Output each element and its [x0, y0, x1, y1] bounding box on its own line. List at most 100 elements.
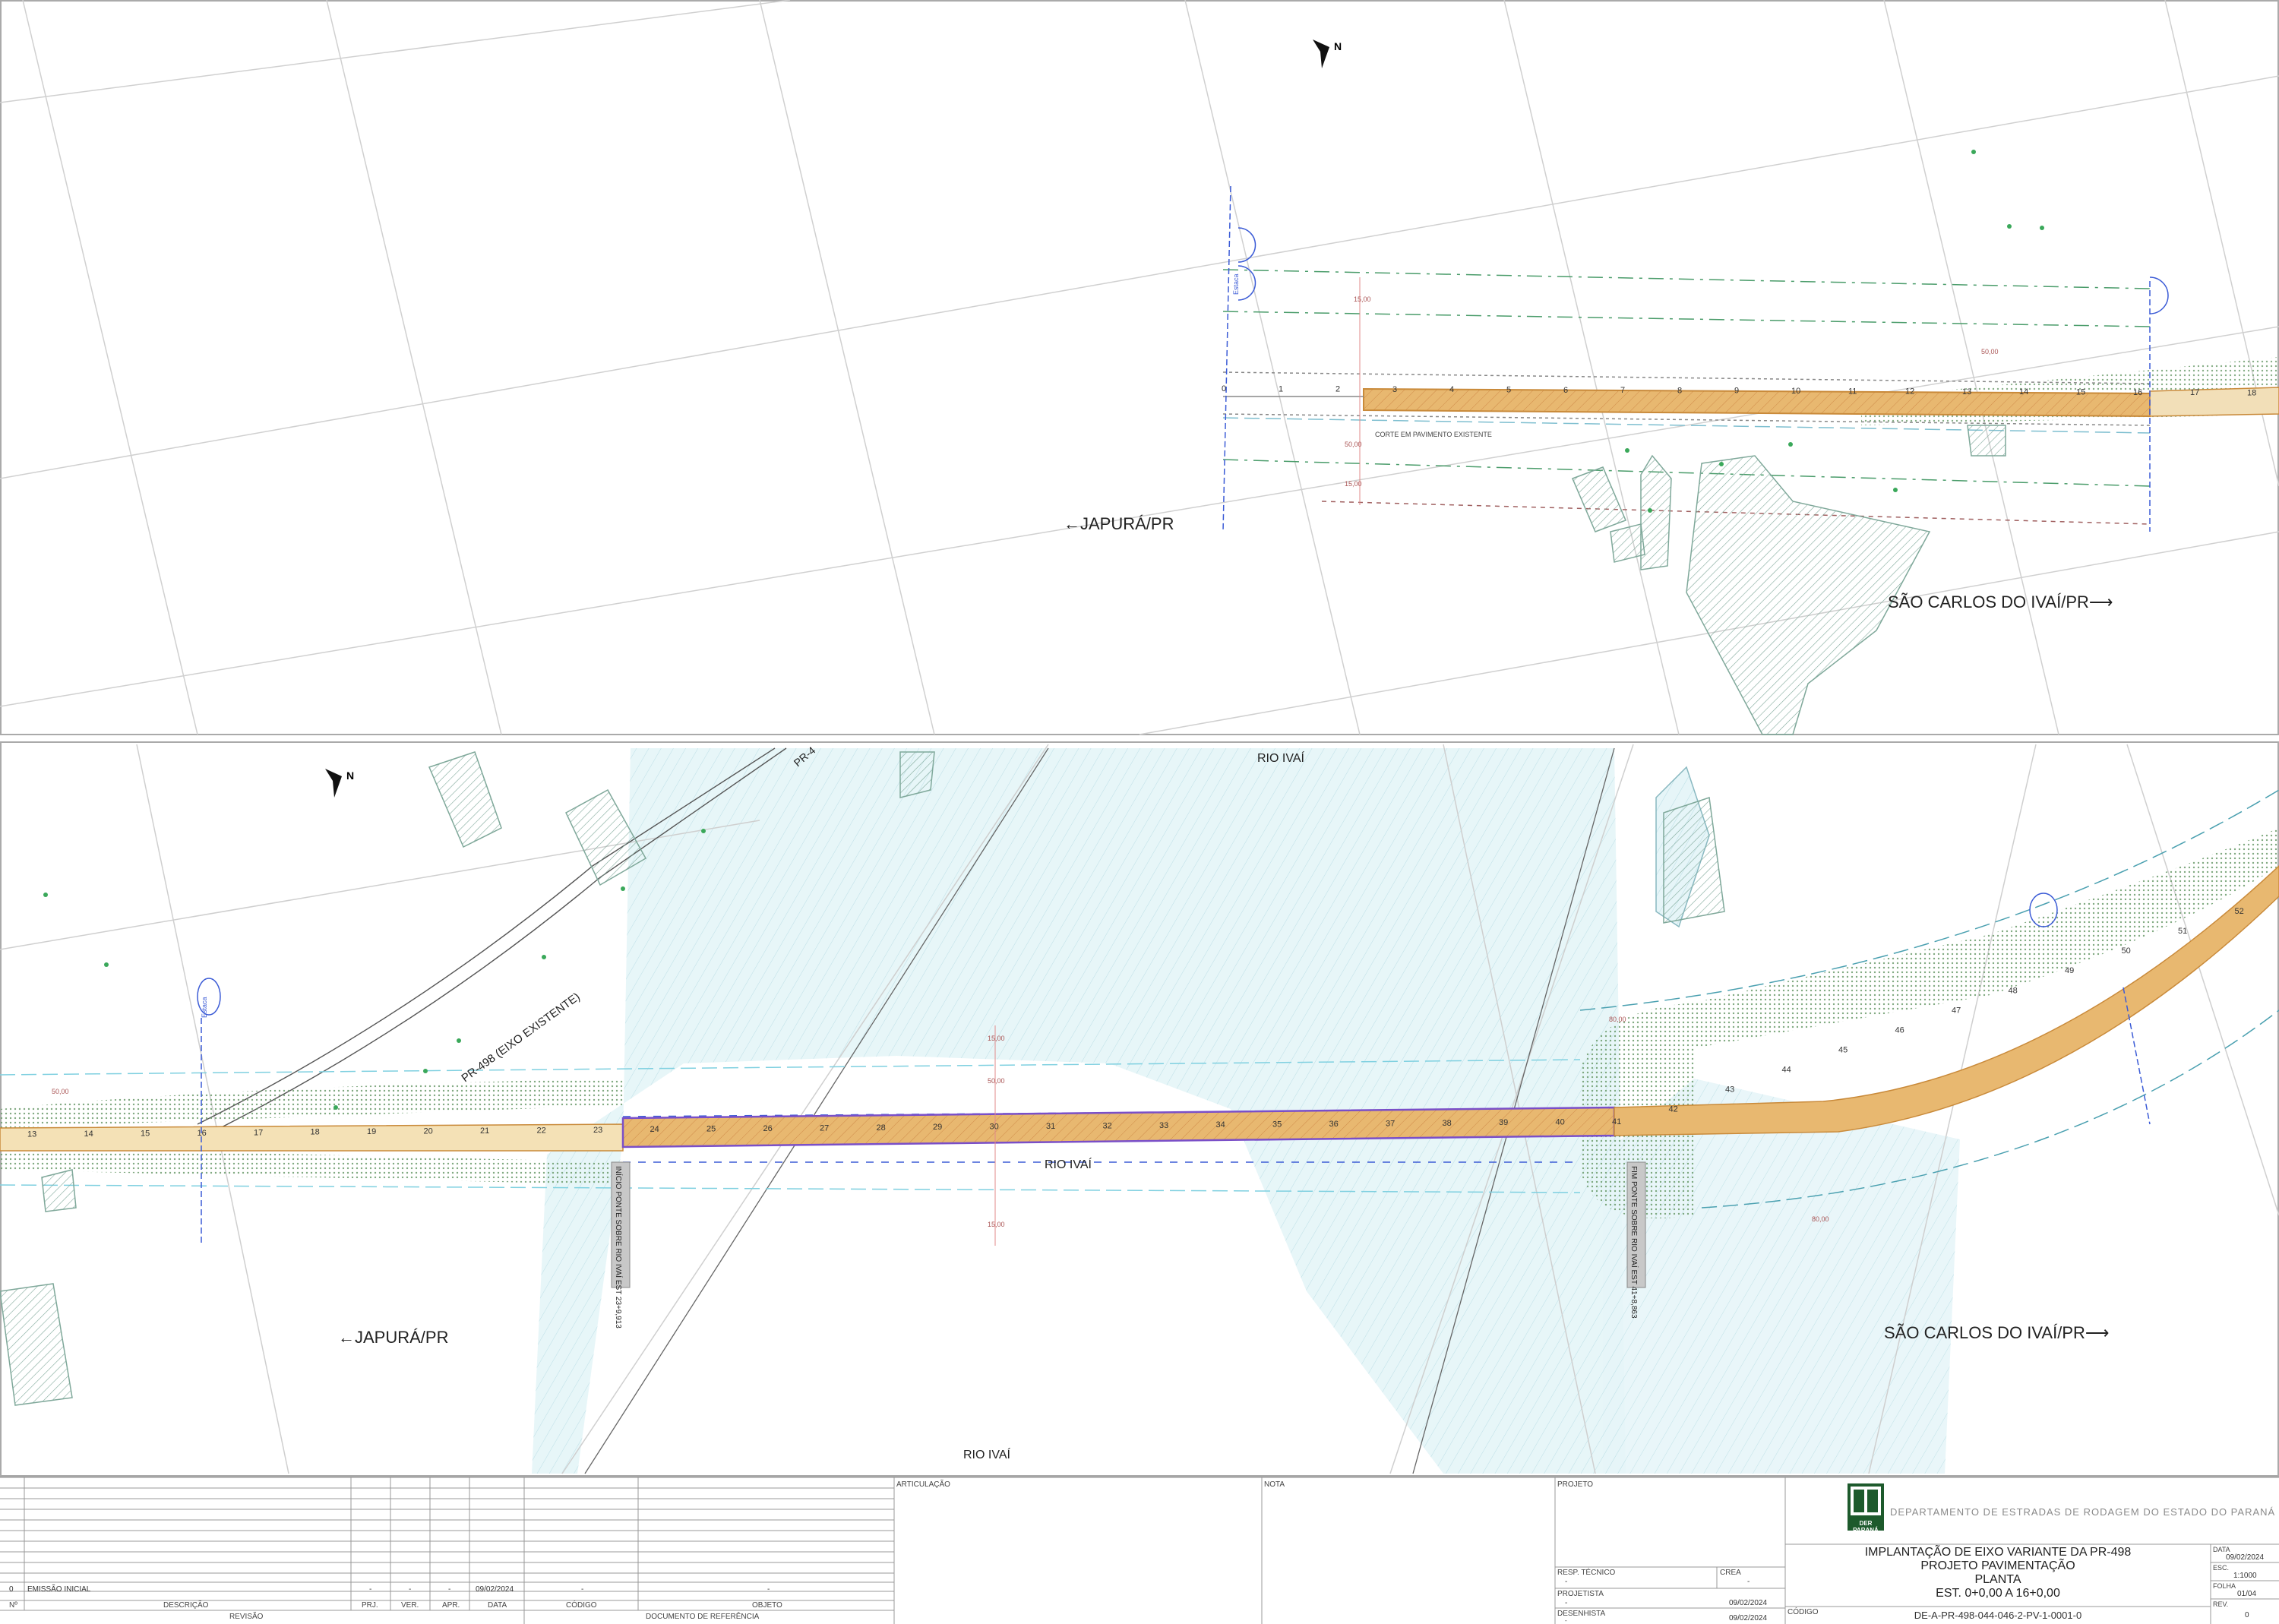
top-station-8: 8	[1677, 386, 1682, 395]
bottom-station-15: 15	[141, 1130, 150, 1139]
river-label-2: RIO IVAÍ	[1045, 1157, 1092, 1171]
bottom-station-47: 47	[1952, 1006, 1961, 1015]
top-buildings	[1572, 425, 2006, 735]
resp-tecnico-value: -	[1565, 1578, 1568, 1586]
bottom-station-37: 37	[1386, 1119, 1395, 1128]
bottom-station-48: 48	[2009, 986, 2018, 995]
plan-drawing: N 0 1 2 3 4 5 6 7 8 9 10 11 12 13 14 15 16 17 18 ←JAPURÁ/P…	[0, 0, 2279, 1477]
rev-header-ver: VER.	[401, 1601, 419, 1610]
rev-header-prj: PRJ.	[362, 1601, 378, 1610]
bottom-station-35: 35	[1272, 1120, 1282, 1130]
crea-label: CREA	[1720, 1569, 1741, 1577]
bottom-station-32: 32	[1103, 1121, 1112, 1130]
rev-header-code: CÓDIGO	[566, 1601, 597, 1610]
top-station-6: 6	[1563, 386, 1568, 395]
bottom-station-44: 44	[1782, 1066, 1791, 1075]
top-estaca-markers	[1237, 227, 2169, 314]
title-line-4: EST. 0+0,00 A 16+0,00	[1936, 1587, 2060, 1600]
top-station-0: 0	[1222, 384, 1226, 393]
top-station-15: 15	[2076, 388, 2085, 397]
bottom-station-27: 27	[820, 1123, 829, 1133]
top-station-18: 18	[2247, 388, 2256, 397]
esc-label: ESC.	[2213, 1564, 2230, 1572]
projeto-label: PROJETO	[1557, 1480, 1594, 1489]
bottom-dim-2: 50,00	[988, 1077, 1005, 1085]
projetista-date: 09/02/2024	[1729, 1599, 1768, 1607]
top-station-16: 16	[2133, 388, 2142, 397]
rev-label: REV.	[2213, 1600, 2229, 1608]
bottom-station-40: 40	[1556, 1118, 1565, 1127]
bottom-station-50: 50	[2122, 946, 2131, 956]
bottom-station-29: 29	[933, 1123, 942, 1132]
top-station-11: 11	[1848, 387, 1857, 396]
rev-date: 09/02/2024	[476, 1585, 514, 1594]
top-station-12: 12	[1905, 387, 1914, 397]
bottom-station-49: 49	[2065, 966, 2074, 975]
bottom-station-30: 30	[990, 1123, 999, 1132]
rev-code: -	[581, 1585, 584, 1594]
title-line-1: IMPLANTAÇÃO DE EIXO VARIANTE DA PR-498	[1864, 1546, 2132, 1559]
rev-header-desc: DESCRIÇÃO	[163, 1601, 209, 1610]
drawing-sheet: N 0 1 2 3 4 5 6 7 8 9 10 11 12 13 14 15 16 17 18 ←JAPURÁ/P…	[0, 0, 2279, 1624]
folha-value: 01/04	[2237, 1590, 2257, 1598]
bottom-station-24: 24	[650, 1125, 659, 1134]
bottom-station-42: 42	[1669, 1105, 1678, 1114]
bottom-station-20: 20	[424, 1127, 433, 1136]
top-grid-lines	[0, 0, 2279, 735]
bottom-dim-6: 80,00	[1812, 1215, 1829, 1223]
bottom-station-23: 23	[593, 1126, 602, 1135]
bottom-station-28: 28	[877, 1123, 886, 1133]
bottom-direction-right: SÃO CARLOS DO IVAÍ/PR⟶	[1884, 1323, 2109, 1342]
bottom-station-52: 52	[2235, 907, 2244, 916]
top-panel-frame	[0, 0, 2279, 735]
resp-tecnico-label: RESP. TÉCNICO	[1557, 1569, 1616, 1577]
rev-footer-left: REVISÃO	[229, 1613, 264, 1621]
bottom-station-46: 46	[1895, 1025, 1904, 1035]
bottom-station-31: 31	[1046, 1122, 1055, 1131]
projetista-value: -	[1565, 1599, 1568, 1607]
bottom-station-19: 19	[367, 1127, 376, 1136]
top-dim-2: 50,00	[1981, 348, 1999, 355]
bottom-station-43: 43	[1725, 1085, 1734, 1095]
bridge-start-label: INÍCIO PONTE SOBRE RIO IVAÍ EST 23+9,913	[614, 1166, 624, 1329]
bottom-station-13: 13	[27, 1130, 36, 1139]
rev-header-date: DATA	[488, 1601, 507, 1610]
bottom-station-38: 38	[1443, 1119, 1452, 1128]
bottom-station-17: 17	[254, 1128, 263, 1137]
nota-label: NOTA	[1264, 1480, 1285, 1489]
bottom-dim-3: 15,00	[988, 1221, 1005, 1228]
rev-object: -	[767, 1585, 770, 1594]
top-dim-4: 50,00	[1345, 441, 1362, 448]
top-axis-left	[1222, 185, 1231, 532]
bottom-station-39: 39	[1499, 1118, 1508, 1127]
rev-value: 0	[2245, 1611, 2249, 1619]
bottom-station-36: 36	[1329, 1120, 1339, 1129]
bottom-dim-5: 80,00	[1609, 1016, 1626, 1023]
bottom-station-45: 45	[1838, 1046, 1848, 1055]
bottom-station-51: 51	[2178, 927, 2187, 936]
north-arrow-top: N	[1313, 39, 1342, 68]
top-station-13: 13	[1962, 387, 1971, 397]
rev-header-object: OBJETO	[752, 1601, 782, 1610]
title-line-3: PLANTA	[1974, 1573, 2021, 1586]
bottom-station-34: 34	[1216, 1120, 1225, 1130]
rev-header-num: Nº	[9, 1601, 17, 1610]
top-dim-3: 15,00	[1345, 480, 1362, 488]
bottom-station-14: 14	[84, 1130, 93, 1139]
svg-text:N: N	[1334, 40, 1342, 52]
esc-value: 1:1000	[2233, 1572, 2257, 1580]
bottom-station-21: 21	[480, 1126, 489, 1136]
bottom-station-33: 33	[1159, 1121, 1168, 1130]
rev-prj: -	[369, 1585, 372, 1594]
north-arrow-bottom: N	[325, 769, 354, 798]
top-station-3: 3	[1392, 385, 1397, 394]
bottom-station-18: 18	[311, 1128, 320, 1137]
bottom-dim-4: 50,00	[52, 1088, 69, 1095]
bottom-station-16: 16	[198, 1129, 207, 1138]
top-station-10: 10	[1791, 387, 1800, 396]
department-name: DEPARTAMENTO DE ESTRADAS DE RODAGEM DO E…	[1890, 1506, 2276, 1518]
bridge-end-label: FIM PONTE SOBRE RIO IVAÍ EST 41+8,863	[1629, 1166, 1639, 1319]
top-station-9: 9	[1734, 387, 1739, 396]
bottom-station-26: 26	[763, 1124, 773, 1133]
projetista-label: PROJETISTA	[1557, 1590, 1604, 1598]
